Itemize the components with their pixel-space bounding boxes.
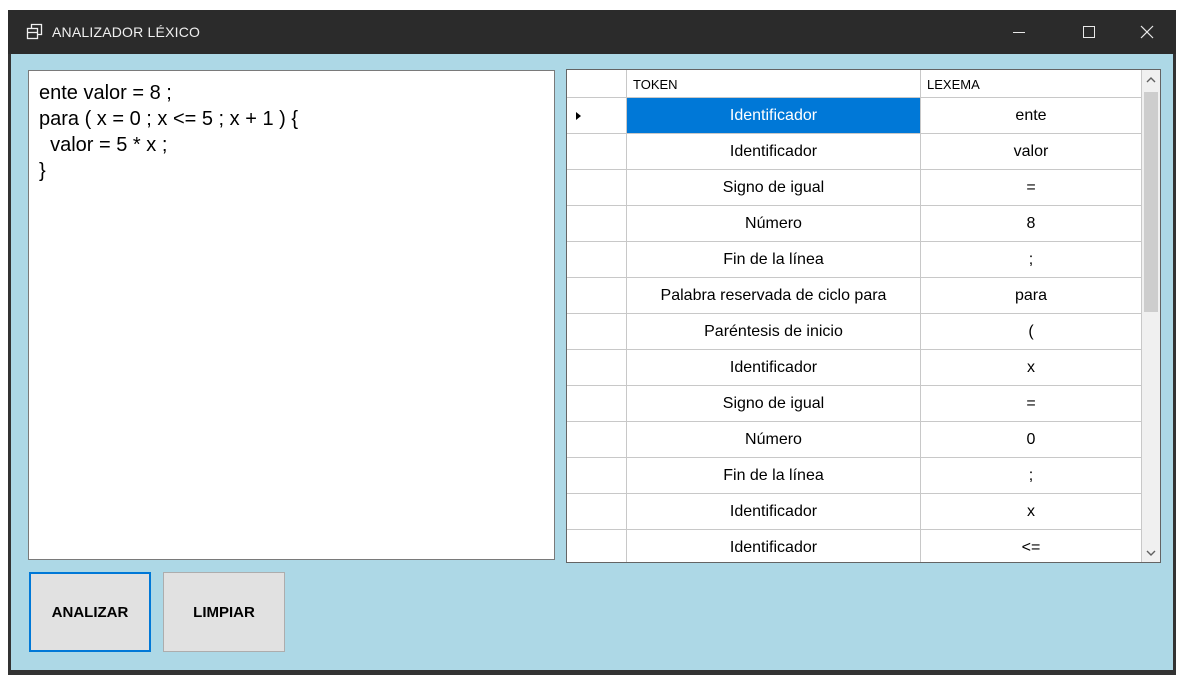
- lexema-cell[interactable]: ;: [921, 242, 1142, 278]
- lexema-cell[interactable]: <=: [921, 530, 1142, 562]
- row-header[interactable]: [567, 494, 627, 530]
- current-row-arrow-icon: [576, 112, 581, 120]
- token-cell[interactable]: Fin de la línea: [627, 242, 921, 278]
- token-cell[interactable]: Signo de igual: [627, 386, 921, 422]
- tokens-datagrid[interactable]: TOKEN LEXEMA Identificador ente Identifica…: [566, 69, 1161, 563]
- token-cell[interactable]: Número: [627, 422, 921, 458]
- restore-window-icon: [26, 23, 44, 41]
- table-row[interactable]: Fin de la línea;: [567, 458, 1142, 494]
- table-row[interactable]: Identificador ente: [567, 98, 1142, 134]
- source-code-textbox[interactable]: ente valor = 8 ; para ( x = 0 ; x <= 5 ;…: [28, 70, 555, 560]
- row-header[interactable]: [567, 242, 627, 278]
- column-header-lexema[interactable]: LEXEMA: [921, 70, 1142, 98]
- grid-corner-header[interactable]: [567, 70, 627, 98]
- grid-header: TOKEN LEXEMA: [567, 70, 1142, 98]
- maximize-button[interactable]: [1066, 10, 1112, 54]
- background-strip: [0, 0, 1180, 10]
- table-row[interactable]: Palabra reservada de ciclo para para: [567, 278, 1142, 314]
- scroll-down-button[interactable]: [1142, 544, 1160, 562]
- code-line: para ( x = 0 ; x <= 5 ; x + 1 ) {: [39, 108, 299, 130]
- token-cell[interactable]: Signo de igual: [627, 170, 921, 206]
- token-cell[interactable]: Identificador: [627, 350, 921, 386]
- grid-rows: Identificador ente Identificador valor Signo…: [567, 98, 1142, 562]
- lexema-cell[interactable]: x: [921, 350, 1142, 386]
- row-header[interactable]: [567, 98, 627, 134]
- table-row[interactable]: Fin de la línea;: [567, 242, 1142, 278]
- table-row[interactable]: Identificador valor: [567, 134, 1142, 170]
- chevron-up-icon: [1146, 70, 1156, 88]
- row-header[interactable]: [567, 314, 627, 350]
- form-client-area: ente valor = 8 ; para ( x = 0 ; x <= 5 ;…: [11, 54, 1173, 670]
- vertical-scrollbar[interactable]: [1142, 70, 1160, 562]
- lexema-cell[interactable]: =: [921, 386, 1142, 422]
- lexema-cell[interactable]: (: [921, 314, 1142, 350]
- row-header[interactable]: [567, 458, 627, 494]
- minimize-icon: [1013, 26, 1025, 38]
- table-row[interactable]: Paréntesis de inicio(: [567, 314, 1142, 350]
- code-line: }: [39, 160, 46, 182]
- token-cell[interactable]: Número: [627, 206, 921, 242]
- lexema-cell[interactable]: 0: [921, 422, 1142, 458]
- table-row[interactable]: Signo de igual =: [567, 386, 1142, 422]
- lexema-cell[interactable]: valor: [921, 134, 1142, 170]
- token-cell[interactable]: Fin de la línea: [627, 458, 921, 494]
- window-title: ANALIZADOR LÉXICO: [52, 24, 201, 40]
- chevron-down-icon: [1146, 544, 1156, 562]
- scroll-thumb[interactable]: [1144, 92, 1158, 312]
- row-header[interactable]: [567, 134, 627, 170]
- lexema-cell[interactable]: =: [921, 170, 1142, 206]
- token-cell[interactable]: Identificador: [627, 98, 921, 134]
- lexema-cell[interactable]: ;: [921, 458, 1142, 494]
- table-row[interactable]: Número 0: [567, 422, 1142, 458]
- row-header[interactable]: [567, 170, 627, 206]
- analizar-button[interactable]: ANALIZAR: [29, 572, 151, 652]
- limpiar-button[interactable]: LIMPIAR: [163, 572, 285, 652]
- token-cell[interactable]: Identificador: [627, 494, 921, 530]
- code-line: ente valor = 8 ;: [39, 82, 172, 104]
- lexema-cell[interactable]: para: [921, 278, 1142, 314]
- token-cell[interactable]: Identificador: [627, 134, 921, 170]
- row-header[interactable]: [567, 386, 627, 422]
- scroll-up-button[interactable]: [1142, 70, 1160, 88]
- row-header[interactable]: [567, 422, 627, 458]
- column-header-token[interactable]: TOKEN: [627, 70, 921, 98]
- table-row[interactable]: Identificador <=: [567, 530, 1142, 562]
- row-header[interactable]: [567, 530, 627, 562]
- lexema-cell[interactable]: 8: [921, 206, 1142, 242]
- code-line: valor = 5 * x ;: [39, 134, 168, 156]
- row-header[interactable]: [567, 206, 627, 242]
- maximize-icon: [1083, 26, 1095, 38]
- close-button[interactable]: [1124, 10, 1170, 54]
- token-cell[interactable]: Palabra reservada de ciclo para: [627, 278, 921, 314]
- lexema-cell[interactable]: x: [921, 494, 1142, 530]
- table-row[interactable]: Identificador x: [567, 494, 1142, 530]
- table-row[interactable]: Signo de igual =: [567, 170, 1142, 206]
- title-bar[interactable]: ANALIZADOR LÉXICO: [8, 10, 1176, 54]
- lexema-cell[interactable]: ente: [921, 98, 1142, 134]
- token-cell[interactable]: Identificador: [627, 530, 921, 562]
- table-row[interactable]: Número 8: [567, 206, 1142, 242]
- token-cell[interactable]: Paréntesis de inicio: [627, 314, 921, 350]
- minimize-button[interactable]: [996, 10, 1042, 54]
- row-header[interactable]: [567, 278, 627, 314]
- close-icon: [1140, 25, 1154, 39]
- app-window: ANALIZADOR LÉXICO ente valor = 8 ; para …: [8, 10, 1176, 675]
- row-header[interactable]: [567, 350, 627, 386]
- table-row[interactable]: Identificador x: [567, 350, 1142, 386]
